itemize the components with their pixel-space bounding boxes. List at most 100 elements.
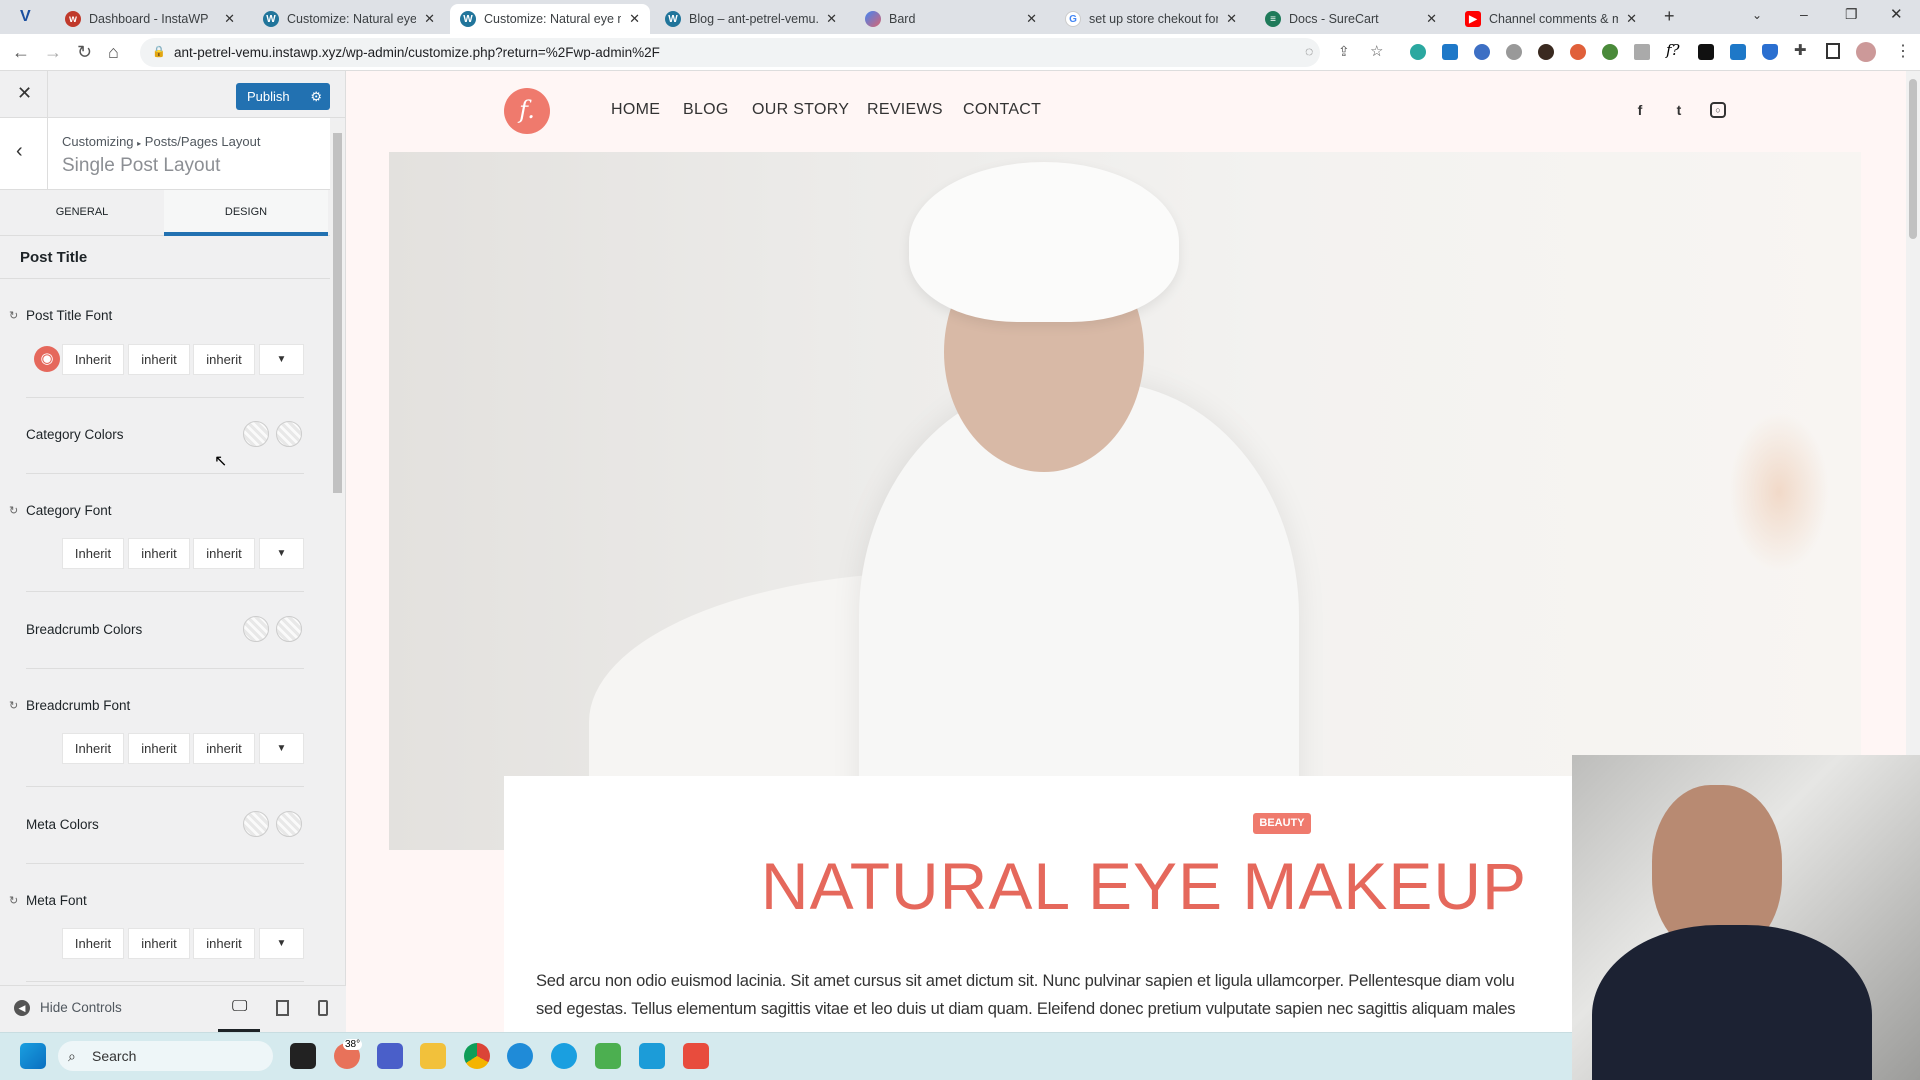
mobile-preview-icon[interactable] [318,1000,328,1016]
side-panel-icon[interactable] [1826,43,1840,59]
nav-our-story[interactable]: OUR STORY [752,101,849,119]
instagram-icon[interactable]: ○ [1710,102,1726,118]
file-explorer-icon[interactable] [420,1043,446,1069]
windows-start-icon[interactable] [20,1043,46,1069]
task-view-icon[interactable] [290,1043,316,1069]
tab-design[interactable]: DESIGN [164,190,328,236]
camtasia-icon[interactable] [595,1043,621,1069]
browser-tab-active[interactable]: W Customize: Natural eye m ✕ [450,4,650,34]
font-transform-select[interactable]: inherit [193,733,255,764]
sidebar-scrollbar[interactable] [330,121,344,981]
collapse-icon[interactable]: ◀ [14,1000,30,1016]
extensions-puzzle-icon[interactable]: ✚ [1794,41,1807,59]
font-weight-select[interactable]: inherit [128,928,190,959]
hide-controls-button[interactable]: Hide Controls [40,1000,122,1015]
scrollbar-thumb[interactable] [333,133,342,493]
font-transform-select[interactable]: inherit [193,344,255,375]
extension-icon[interactable] [1474,44,1490,60]
nav-contact[interactable]: CONTACT [963,101,1041,119]
font-weight-select[interactable]: inherit [128,344,190,375]
browser-tab[interactable]: W Customize: Natural eye m ✕ [253,4,445,34]
close-customizer-icon[interactable]: ✕ [17,83,32,104]
minimize-icon[interactable]: – [1800,6,1808,22]
facebook-icon[interactable]: f [1632,102,1648,118]
extension-icon[interactable] [1634,44,1650,60]
extension-icon[interactable] [1538,44,1554,60]
browser-tab[interactable]: w Dashboard - InstaWP ✕ [55,4,245,34]
extension-icon[interactable] [1730,44,1746,60]
desktop-preview-icon[interactable]: 🖵 [232,998,247,1016]
close-tab-icon[interactable]: ✕ [1626,11,1637,27]
close-window-icon[interactable]: ✕ [1890,5,1903,23]
back-icon[interactable]: ← [12,42,30,63]
font-family-select[interactable]: Inherit [62,928,124,959]
twitter-icon[interactable]: t [1671,102,1687,118]
color-picker-swatch[interactable] [276,811,302,837]
tablet-preview-icon[interactable] [276,1000,289,1016]
extension-icon[interactable] [1698,44,1714,60]
forward-icon[interactable]: → [44,42,62,63]
category-badge[interactable]: BEAUTY [1253,813,1311,834]
breadcrumb-parent[interactable]: Posts/Pages Layout [145,134,261,149]
browser-tab[interactable]: Gset up store chekout form ✕ [1055,4,1247,34]
extension-icon[interactable] [1762,44,1778,60]
color-picker-swatch[interactable] [276,421,302,447]
scrollbar-thumb[interactable] [1909,79,1917,239]
camtasia-recorder-icon[interactable] [683,1043,709,1069]
meet-icon[interactable] [377,1043,403,1069]
tab-search-icon[interactable]: ⌄ [1752,8,1762,22]
font-weight-select[interactable]: inherit [128,538,190,569]
close-tab-icon[interactable]: ✕ [224,11,235,27]
extension-icon[interactable] [1602,44,1618,60]
chrome-icon[interactable] [464,1043,490,1069]
close-tab-icon[interactable]: ✕ [1426,11,1437,27]
font-weight-select[interactable]: inherit [128,733,190,764]
extension-icon[interactable]: f? [1666,41,1680,59]
reload-icon[interactable]: ↻ [77,42,92,63]
color-picker-swatch[interactable] [243,616,269,642]
browser-tab[interactable]: ▶ Channel comments & me ✕ [1455,4,1647,34]
reset-icon[interactable]: ↻ [9,309,18,322]
publish-button[interactable]: Publish ⚙ [236,83,330,110]
color-picker-swatch[interactable] [243,811,269,837]
close-tab-icon[interactable]: ✕ [424,11,435,27]
close-tab-icon[interactable]: ✕ [629,11,640,27]
extension-icon[interactable] [1442,44,1458,60]
nav-blog[interactable]: BLOG [683,101,729,119]
close-tab-icon[interactable]: ✕ [826,11,837,27]
extension-icon[interactable] [1570,44,1586,60]
address-bar[interactable]: 🔒 ant-petrel-vemu.instawp.xyz/wp-admin/c… [140,38,1320,67]
close-tab-icon[interactable]: ✕ [1026,11,1037,27]
browser-tab[interactable]: Bard ✕ [855,4,1047,34]
reset-icon[interactable]: ↻ [9,504,18,517]
chrome-menu-icon[interactable]: ⋮ [1895,41,1911,61]
taskbar-search[interactable]: ⌕ Search [58,1041,273,1071]
eye-off-icon[interactable]: ◌ [1305,43,1313,59]
reset-icon[interactable]: ↻ [9,894,18,907]
font-options-dropdown-icon[interactable]: ▼ [259,928,304,959]
back-chevron-icon[interactable]: ‹ [16,140,23,163]
font-family-select[interactable]: Inherit [62,344,124,375]
edge-icon[interactable] [507,1043,533,1069]
nav-reviews[interactable]: REVIEWS [867,101,943,119]
font-options-dropdown-icon[interactable]: ▼ [259,538,304,569]
color-picker-swatch[interactable] [243,421,269,447]
skype-icon[interactable] [551,1043,577,1069]
extension-icon[interactable] [1506,44,1522,60]
notepad-icon[interactable] [639,1043,665,1069]
bookmark-star-icon[interactable]: ☆ [1370,42,1383,60]
font-options-dropdown-icon[interactable]: ▼ [259,344,304,375]
extension-icon[interactable] [1410,44,1426,60]
site-logo[interactable]: f. [504,88,550,134]
font-family-select[interactable]: Inherit [62,538,124,569]
font-transform-select[interactable]: inherit [193,928,255,959]
font-family-select[interactable]: Inherit [62,733,124,764]
tab-general[interactable]: GENERAL [0,190,164,236]
gear-icon[interactable]: ⚙ [310,83,322,110]
browser-tab[interactable]: ≡ Docs - SureCart ✕ [1255,4,1447,34]
profile-avatar[interactable] [1856,42,1876,62]
instawp-menu-icon[interactable]: V [20,8,31,26]
font-transform-select[interactable]: inherit [193,538,255,569]
color-picker-swatch[interactable] [276,616,302,642]
reset-icon[interactable]: ↻ [9,699,18,712]
